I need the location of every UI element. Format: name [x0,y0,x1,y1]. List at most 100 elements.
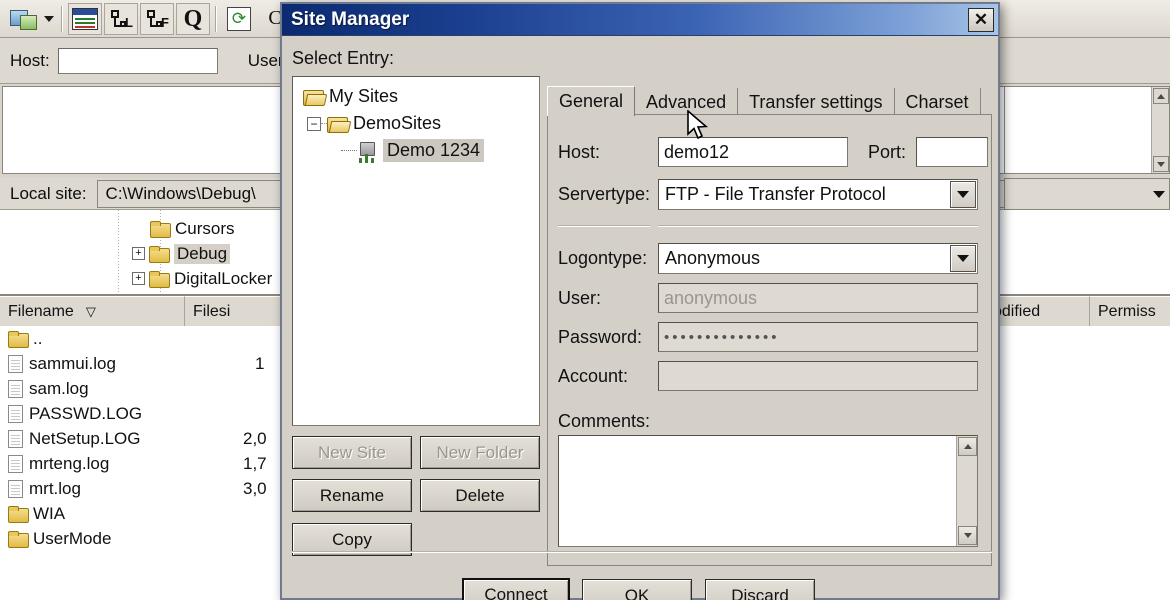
host-input[interactable]: demo12 [658,137,848,167]
quickconnect-host-label: Host: [10,50,50,70]
folder-icon [149,246,170,263]
comments-scrollbar[interactable] [956,436,977,546]
new-folder-button[interactable]: New Folder [420,436,540,469]
file-icon [8,479,23,498]
file-icon [8,454,23,473]
column-header-lastmodified[interactable]: odified [985,296,1090,326]
file-size: 1 [255,353,265,373]
footer-divider [292,551,992,553]
tab-transfer-settings[interactable]: Transfer settings [738,88,895,116]
site-tree-item-my-sites[interactable]: My Sites [293,83,539,110]
server-icon [357,141,377,160]
toggle-message-log-icon[interactable] [68,2,102,35]
tab-charset[interactable]: Charset [895,88,981,116]
account-label: Account: [558,365,629,386]
collapse-icon[interactable]: − [307,116,321,131]
toggle-queue-icon[interactable]: Q [176,2,210,35]
folder-icon [150,221,171,238]
file-name: PASSWD.LOG [29,403,143,423]
password-label: Password: [558,326,643,347]
scroll-down-icon[interactable] [958,526,977,545]
dialog-body: Select Entry: My Sites − DemoSites Demo … [282,36,998,600]
file-size: 2,0 [243,428,267,448]
tree-item-label: DigitalLocker [174,268,273,288]
discard-button[interactable]: Discard [705,579,815,600]
local-site-label: Local site: [10,183,87,203]
file-name: NetSetup.LOG [29,428,141,448]
column-header-permissions[interactable]: Permiss [1090,296,1170,326]
folder-icon [8,531,29,548]
file-icon [8,379,23,398]
site-manager-dialog: Site Manager ✕ Select Entry: My Sites − … [280,2,1000,600]
remote-log-scrollbar[interactable] [1151,87,1169,173]
folder-open-icon [303,89,324,106]
message-log-glyph [72,7,98,30]
delete-button[interactable]: Delete [420,479,540,512]
queue-glyph: Q [183,5,203,32]
column-header-filesize[interactable]: Filesi [185,296,295,326]
site-tree-item-label: My Sites [329,86,399,106]
refresh-icon[interactable] [222,3,256,35]
chevron-down-icon[interactable] [950,245,976,272]
toggle-local-tree-icon[interactable]: L [104,2,138,35]
dialog-title-bar: Site Manager ✕ [282,4,998,36]
comments-label: Comments: [558,411,651,431]
folder-icon [8,506,29,523]
file-name: sam.log [29,378,89,398]
port-label: Port: [868,141,907,162]
tree-row[interactable]: Cursors [132,216,272,241]
tree-row[interactable]: + Debug [132,241,272,266]
expand-icon[interactable]: + [132,272,145,285]
folder-icon [8,331,29,348]
file-name: mrteng.log [29,453,110,473]
tree-item-label: Debug [174,243,231,264]
file-icon [8,404,23,423]
expand-icon[interactable]: + [132,247,145,260]
logontype-label: Logontype: [558,248,648,268]
connect-button[interactable]: Connect [462,578,570,600]
ok-button[interactable]: OK [582,579,692,600]
site-manager-icon[interactable] [6,3,40,35]
column-header-filename[interactable]: Filename ▽ [0,296,185,326]
close-icon[interactable]: ✕ [968,7,994,32]
comments-textarea[interactable] [558,435,978,547]
scroll-up-icon[interactable] [958,437,977,456]
tab-general[interactable]: General [547,86,636,116]
file-name: .. [33,328,43,348]
file-size: 3,0 [243,478,267,498]
settings-tabs: General Advanced Transfer settings Chars… [547,86,981,116]
scroll-down-icon[interactable] [1153,156,1169,172]
port-input[interactable] [916,137,989,167]
site-tree-item-label: DemoSites [353,113,442,133]
rename-button[interactable]: Rename [292,479,412,512]
logontype-value: Anonymous [665,248,761,268]
site-tree-item-demosites[interactable]: − DemoSites [293,110,539,137]
servertype-value: FTP - File Transfer Protocol [665,184,886,204]
tab-advanced[interactable]: Advanced [635,88,739,116]
site-tree-item-demo1234[interactable]: Demo 1234 [293,137,539,164]
local-tree-glyph: L [109,8,133,30]
file-icon [8,354,23,373]
servertype-select[interactable]: FTP - File Transfer Protocol [658,179,978,210]
chevron-down-icon[interactable] [950,181,976,208]
toggle-remote-tree-icon[interactable]: F [140,2,174,35]
user-label: User: [558,287,602,308]
file-size: 1,7 [243,453,267,473]
quickconnect-host-input[interactable] [57,47,218,74]
remote-quickconnect-area [1004,38,1170,84]
new-site-button[interactable]: New Site [292,436,412,469]
logontype-select[interactable]: Anonymous [658,243,978,274]
site-manager-dropdown-arrow[interactable] [42,3,56,35]
scroll-up-icon[interactable] [1153,88,1169,104]
local-tree-rows: Cursors + Debug + DigitalLocker [132,216,272,291]
tree-guide-line [118,210,119,294]
remote-site-combo[interactable] [1004,178,1170,210]
file-icon [8,429,23,448]
tree-item-label: Cursors [175,218,235,238]
site-tree-item-label: Demo 1234 [383,139,485,162]
sort-descending-icon: ▽ [85,303,96,319]
tree-row[interactable]: + DigitalLocker [132,266,272,291]
general-tab-panel: Host: demo12 Port: Servertype: FTP - Fil… [547,114,992,566]
host-label: Host: [558,141,601,162]
site-tree[interactable]: My Sites − DemoSites Demo 1234 [292,76,540,426]
